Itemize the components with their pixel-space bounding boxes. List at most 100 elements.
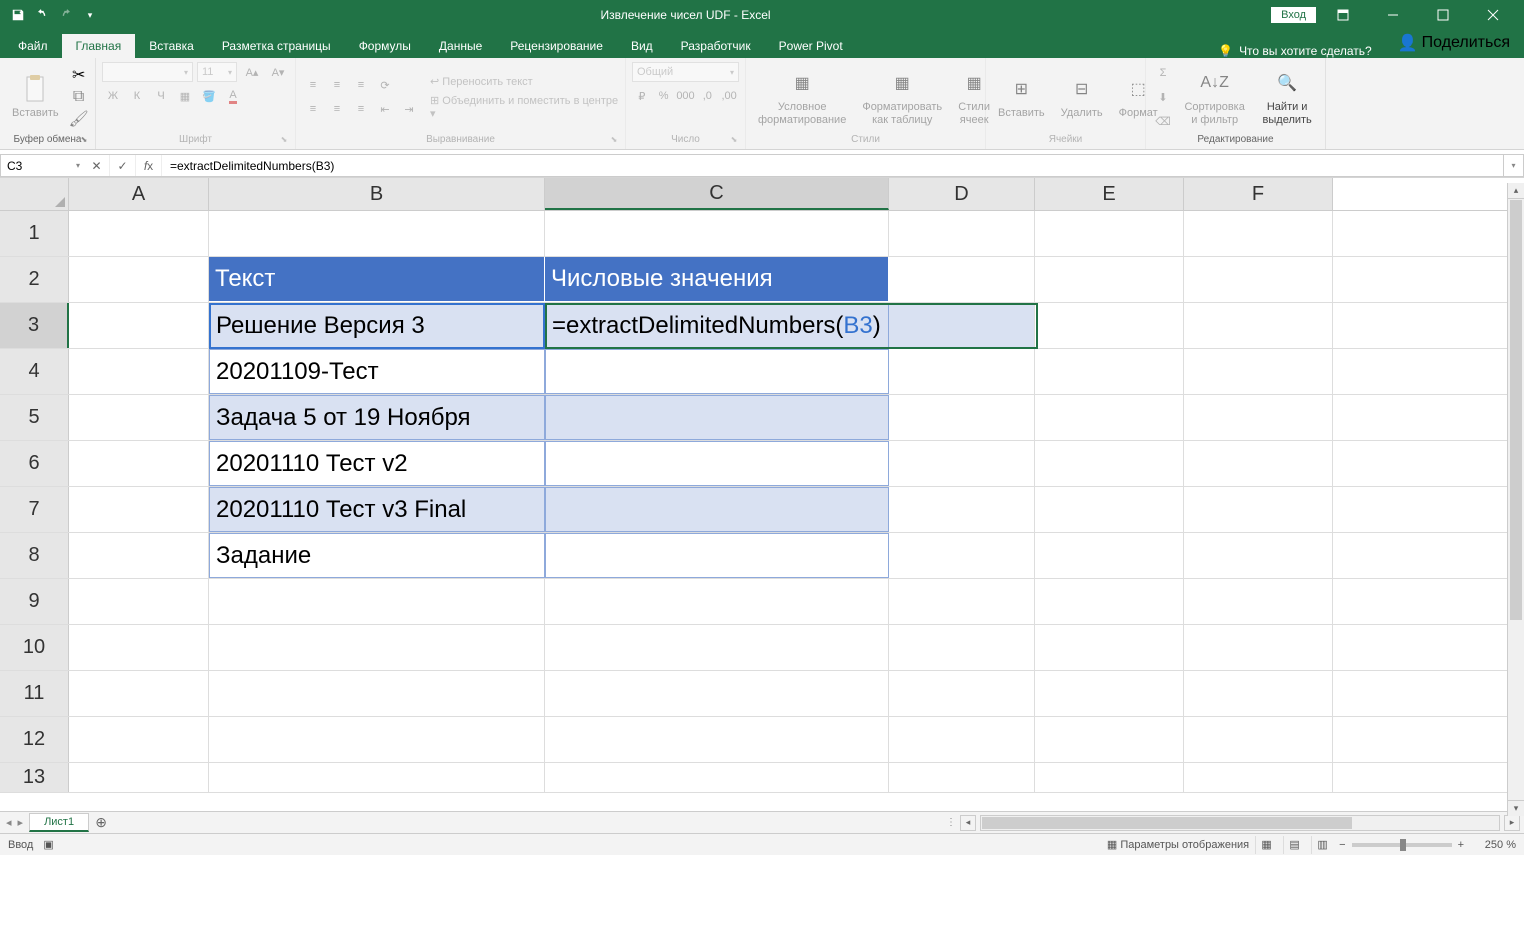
hscroll-thumb[interactable] <box>982 817 1352 829</box>
undo-icon[interactable] <box>32 5 52 25</box>
horizontal-scrollbar[interactable] <box>980 815 1500 831</box>
row-header-5[interactable]: 5 <box>0 395 69 440</box>
view-page-layout-icon[interactable]: ▤ <box>1283 836 1305 854</box>
enter-formula-icon[interactable]: ✓ <box>110 155 136 176</box>
row-header-7[interactable]: 7 <box>0 487 69 532</box>
col-header-c[interactable]: C <box>545 178 889 210</box>
name-box[interactable]: C3 <box>0 154 84 177</box>
ribbon-options-icon[interactable] <box>1320 0 1366 30</box>
col-header-f[interactable]: F <box>1184 178 1333 210</box>
cancel-formula-icon[interactable]: ✕ <box>84 155 110 176</box>
row-header-13[interactable]: 13 <box>0 763 69 792</box>
row-header-10[interactable]: 10 <box>0 625 69 670</box>
display-settings-button[interactable]: ▦ Параметры отображения <box>1107 838 1249 851</box>
maximize-icon[interactable] <box>1420 0 1466 30</box>
tab-file[interactable]: Файл <box>4 34 62 58</box>
tab-data[interactable]: Данные <box>425 34 496 58</box>
select-all-corner[interactable] <box>0 178 69 210</box>
scroll-up-icon[interactable]: ▴ <box>1508 183 1524 199</box>
row-header-2[interactable]: 2 <box>0 257 69 302</box>
zoom-value[interactable]: 250 % <box>1470 839 1516 851</box>
number-launcher-icon[interactable]: ⬊ <box>729 135 739 145</box>
sheet-nav-next-icon[interactable]: ▸ <box>18 816 24 829</box>
cell-b5[interactable]: Задача 5 от 19 Ноября <box>209 395 545 440</box>
scroll-left-icon[interactable]: ◂ <box>960 815 976 831</box>
redo-icon <box>56 5 76 25</box>
minimize-icon[interactable] <box>1370 0 1416 30</box>
row-header-11[interactable]: 11 <box>0 671 69 716</box>
status-bar: Ввод ▣ ▦ Параметры отображения ▦ ▤ ▥ − +… <box>0 833 1524 855</box>
vscroll-thumb[interactable] <box>1510 200 1522 620</box>
font-launcher-icon[interactable]: ⬊ <box>279 135 289 145</box>
view-normal-icon[interactable]: ▦ <box>1255 836 1277 854</box>
tab-developer[interactable]: Разработчик <box>667 34 765 58</box>
cell-c8[interactable] <box>545 533 889 578</box>
share-button[interactable]: 👤 Поделиться <box>1384 28 1524 58</box>
align-top-icon: ≡ <box>302 75 324 95</box>
cell-b4[interactable]: 20201109-Тест <box>209 349 545 394</box>
save-icon[interactable] <box>8 5 28 25</box>
clear-icon: ⌫ <box>1152 111 1174 131</box>
formula-input[interactable]: =extractDelimitedNumbers(B3) <box>162 154 1504 177</box>
cell-b8[interactable]: Задание <box>209 533 545 578</box>
align-middle-icon: ≡ <box>326 75 348 95</box>
close-icon[interactable] <box>1470 0 1516 30</box>
macro-record-icon[interactable]: ▣ <box>43 838 53 851</box>
zoom-in-icon[interactable]: + <box>1458 839 1464 851</box>
zoom-out-icon[interactable]: − <box>1339 839 1345 851</box>
vertical-scrollbar[interactable]: ▴ ▾ <box>1507 183 1524 816</box>
tab-home[interactable]: Главная <box>62 34 136 58</box>
clipboard-launcher-icon[interactable]: ⬊ <box>79 135 89 145</box>
alignment-launcher-icon[interactable]: ⬊ <box>609 135 619 145</box>
tell-me[interactable]: 💡 Что вы хотите сделать? <box>1218 44 1372 58</box>
insert-cells-icon: ⊞ <box>1005 73 1037 105</box>
align-bottom-icon: ≡ <box>350 75 372 95</box>
tab-insert[interactable]: Вставка <box>135 34 208 58</box>
tab-review[interactable]: Рецензирование <box>496 34 617 58</box>
cell-b6[interactable]: 20201110 Тест v2 <box>209 441 545 486</box>
spreadsheet-grid[interactable]: A B C D E F 1 2 Текст Числовые значения … <box>0 178 1524 811</box>
expand-formula-bar-icon[interactable]: ▾ <box>1504 154 1524 177</box>
login-button[interactable]: Вход <box>1271 7 1316 23</box>
cell-c5[interactable] <box>545 395 889 440</box>
cell-c4[interactable] <box>545 349 889 394</box>
col-header-e[interactable]: E <box>1035 178 1184 210</box>
scroll-down-icon[interactable]: ▾ <box>1508 800 1524 816</box>
tab-view[interactable]: Вид <box>617 34 667 58</box>
cell-b3[interactable]: Решение Версия 3 <box>209 303 545 348</box>
sheet-tab-1[interactable]: Лист1 <box>29 813 89 832</box>
cell-c6[interactable] <box>545 441 889 486</box>
hscroll-splitter-icon[interactable]: ⋮ <box>946 817 956 828</box>
row-header-3[interactable]: 3 <box>0 303 69 348</box>
row-header-8[interactable]: 8 <box>0 533 69 578</box>
table-header-text[interactable]: Текст <box>209 257 545 302</box>
row-header-12[interactable]: 12 <box>0 717 69 762</box>
tab-formulas[interactable]: Формулы <box>345 34 425 58</box>
row-header-4[interactable]: 4 <box>0 349 69 394</box>
col-header-d[interactable]: D <box>889 178 1035 210</box>
col-header-a[interactable]: A <box>69 178 209 210</box>
insert-function-icon[interactable]: fx <box>136 155 162 176</box>
sheet-tab-bar: ◂ ▸ Лист1 ⊕ ⋮ ◂ ▸ <box>0 811 1524 833</box>
cell-b7[interactable]: 20201110 Тест v3 Final <box>209 487 545 532</box>
align-right-icon: ≡ <box>350 99 372 119</box>
col-header-b[interactable]: B <box>209 178 545 210</box>
tab-page-layout[interactable]: Разметка страницы <box>208 34 345 58</box>
row-header-9[interactable]: 9 <box>0 579 69 624</box>
table-header-numbers[interactable]: Числовые значения <box>545 257 889 302</box>
sheet-nav-prev-icon[interactable]: ◂ <box>6 816 12 829</box>
row-header-1[interactable]: 1 <box>0 211 69 256</box>
qat-customize-icon[interactable]: ▾ <box>80 5 100 25</box>
add-sheet-icon[interactable]: ⊕ <box>89 814 113 831</box>
find-select-button[interactable]: 🔍Найти и выделить <box>1255 65 1319 129</box>
zoom-slider[interactable] <box>1352 843 1452 847</box>
row-header-6[interactable]: 6 <box>0 441 69 486</box>
cell-c3[interactable]: =extractDelimitedNumbers(B3) <box>545 303 889 348</box>
increase-decimal-icon: ,0 <box>697 86 717 106</box>
tab-powerpivot[interactable]: Power Pivot <box>765 34 857 58</box>
cell-c7[interactable] <box>545 487 889 532</box>
view-page-break-icon[interactable]: ▥ <box>1311 836 1333 854</box>
cut-icon[interactable]: ✂ <box>69 65 89 85</box>
format-painter-icon: 🖌 <box>69 109 89 129</box>
scroll-right-icon[interactable]: ▸ <box>1504 815 1520 831</box>
